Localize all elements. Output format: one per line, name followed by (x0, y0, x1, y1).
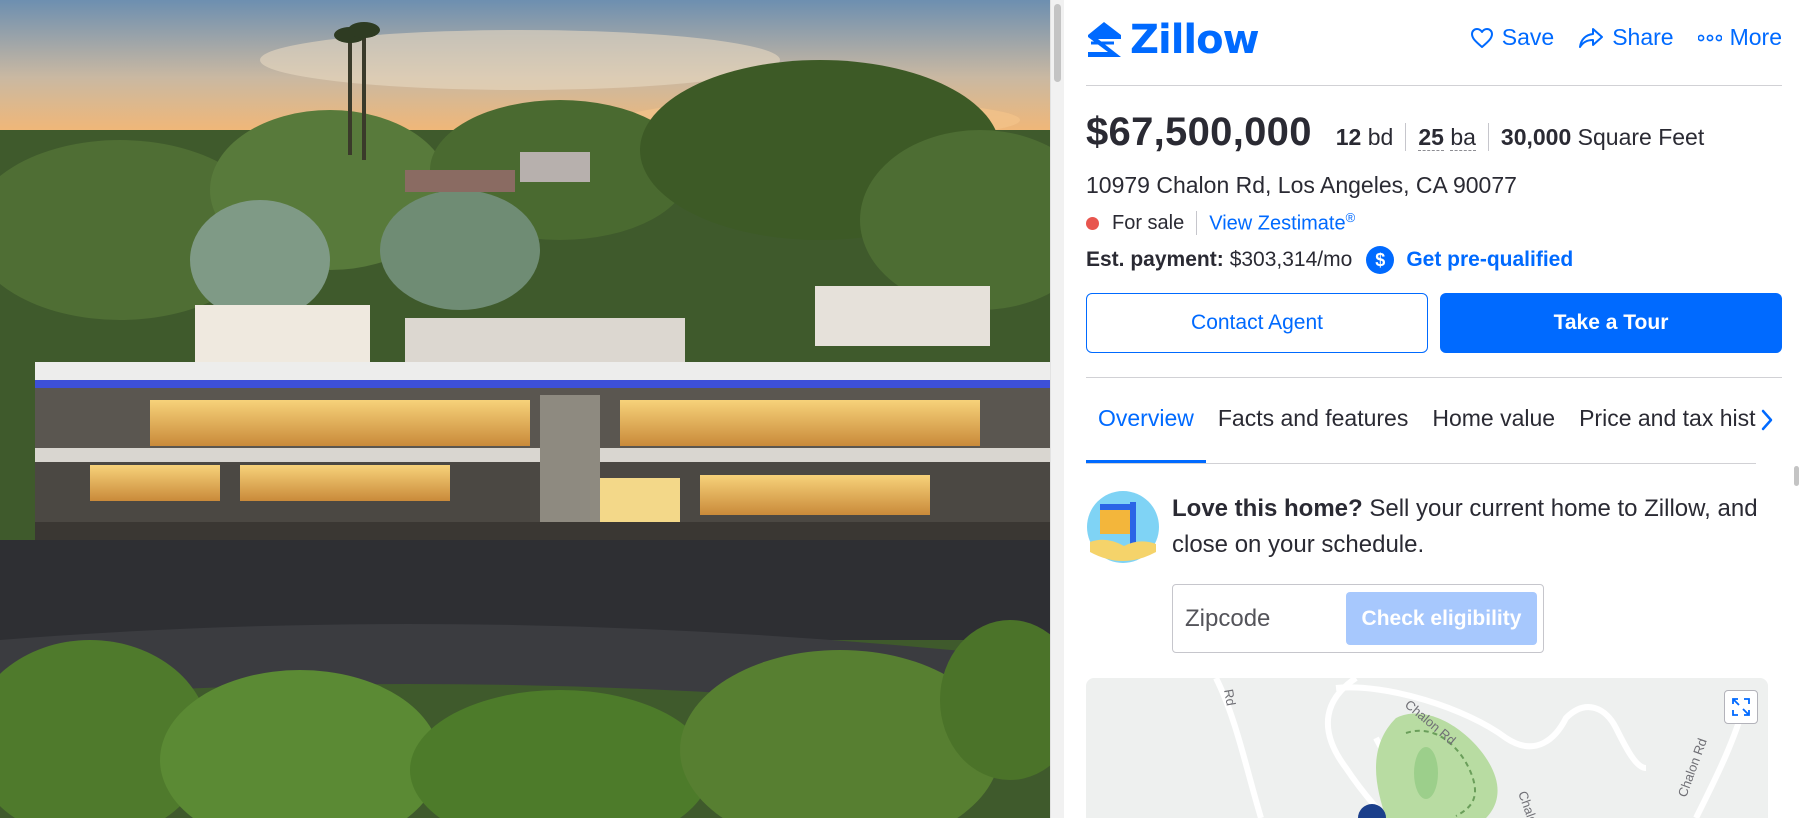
payment-label: Est. payment: (1086, 248, 1224, 271)
property-photo[interactable] (0, 0, 1050, 818)
tab-facts-and-features[interactable]: Facts and features (1206, 378, 1421, 463)
promo-text: Love this home? Sell your current home t… (1172, 491, 1772, 563)
beds-count: 12 (1335, 124, 1362, 150)
baths-unit: ba (1450, 124, 1476, 151)
home-facts: 12 bd 25 ba 30,000 Square Feet (1336, 123, 1717, 151)
map-street-label-chalon-2: Chalon Rd (1515, 789, 1550, 818)
detail-tabs: Overview Facts and features Home value P… (1086, 378, 1756, 464)
contact-agent-button[interactable]: Contact Agent (1086, 293, 1428, 353)
zillow-logo-icon (1088, 22, 1121, 57)
zipcode-input[interactable] (1185, 604, 1345, 633)
heart-icon (1470, 27, 1493, 48)
tab-home-value[interactable]: Home value (1420, 378, 1567, 463)
more-button[interactable]: More (1697, 24, 1782, 51)
page-scrollbar-thumb[interactable] (1794, 466, 1799, 486)
more-dots-icon (1697, 34, 1722, 41)
baths-fact[interactable]: 25 ba (1405, 123, 1488, 151)
get-prequalified-link[interactable]: Get pre-qualified (1406, 248, 1573, 272)
save-label: Save (1501, 24, 1555, 50)
share-button[interactable]: Share (1578, 24, 1674, 51)
dollar-icon: $ (1366, 246, 1395, 274)
zipcode-form: Check eligibility (1172, 584, 1544, 653)
map-street-label-rd: Rd (1221, 688, 1239, 707)
header-actions: Save Share More (1470, 24, 1782, 51)
listing-details-panel: Zillow Save Share More $67,500,000 12 bd… (1086, 0, 1782, 818)
map-street-label-chalon-3: Chalon Rd (1675, 736, 1710, 799)
tab-price-and-tax-history[interactable]: Price and tax history (1567, 378, 1756, 463)
share-arrow-icon (1579, 27, 1604, 48)
share-label: Share (1612, 24, 1674, 50)
scrollbar[interactable] (1050, 0, 1064, 818)
listing-status: For sale (1112, 211, 1185, 234)
chevron-right-icon (1761, 409, 1773, 431)
sqft-count: 30,000 (1500, 124, 1572, 150)
view-zestimate-link[interactable]: View Zestimate® (1209, 210, 1355, 236)
status-row: For sale View Zestimate® (1086, 209, 1782, 237)
payment-value: $303,314/mo (1229, 248, 1353, 271)
map-illustration: Chalon Rd Chalon Rd Rd Chalon Rd (1213, 678, 1749, 818)
tab-overview[interactable]: Overview (1086, 378, 1206, 463)
house-sign-icon (1086, 490, 1160, 564)
tabs-scroll-right-button[interactable] (1760, 406, 1774, 440)
sqft-unit: Square Feet (1577, 124, 1705, 150)
baths-count: 25 (1418, 124, 1444, 151)
more-label: More (1729, 24, 1782, 50)
zillow-logo[interactable]: Zillow (1086, 17, 1260, 63)
payment-row: Est. payment: $303,314/mo $ Get pre-qual… (1086, 243, 1782, 277)
expand-icon (1732, 698, 1750, 716)
location-map[interactable]: Chalon Rd Chalon Rd Rd Chalon Rd (1086, 678, 1768, 818)
zillow-logo-text: Zillow (1130, 17, 1260, 63)
listing-price: $67,500,000 (1086, 110, 1312, 154)
for-sale-status-dot (1086, 216, 1099, 230)
map-expand-button[interactable] (1724, 690, 1758, 724)
house-photo-illustration (0, 0, 1050, 818)
save-button[interactable]: Save (1470, 24, 1554, 51)
beds-fact: 12 bd (1336, 123, 1406, 151)
status-divider (1196, 211, 1198, 235)
price-row: $67,500,000 12 bd 25 ba 30,000 Square Fe… (1086, 110, 1782, 162)
take-a-tour-button[interactable]: Take a Tour (1440, 293, 1782, 353)
scrollbar-thumb[interactable] (1054, 4, 1061, 82)
cta-buttons: Contact Agent Take a Tour (1086, 293, 1782, 353)
detail-header: Zillow Save Share More (1086, 0, 1782, 86)
page-scrollbar[interactable] (1792, 0, 1800, 818)
check-eligibility-button[interactable]: Check eligibility (1346, 592, 1537, 645)
beds-unit: bd (1367, 124, 1394, 150)
sqft-fact: 30,000 Square Feet (1487, 123, 1716, 151)
listing-address: 10979 Chalon Rd, Los Angeles, CA 90077 (1086, 172, 1517, 198)
promo-bold: Love this home? (1172, 495, 1363, 522)
listing-summary: $67,500,000 12 bd 25 ba 30,000 Square Fe… (1086, 110, 1782, 277)
